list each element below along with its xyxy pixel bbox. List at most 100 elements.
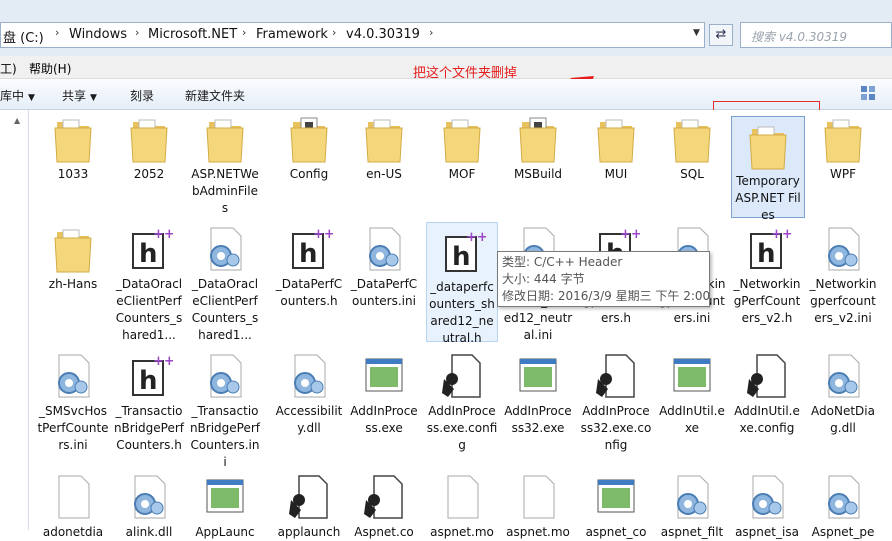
- file-item[interactable]: AdoNetDiag.dll: [807, 347, 879, 437]
- file-item[interactable]: applaunch: [273, 468, 345, 541]
- file-item[interactable]: AddInUtil.exe.config: [731, 347, 803, 437]
- settings-file-icon: [285, 351, 333, 401]
- new-folder-button[interactable]: 新建文件夹: [185, 87, 245, 104]
- svg-text:h: h: [139, 239, 158, 269]
- view-options-icon[interactable]: [860, 85, 876, 101]
- breadcrumb-separator-icon[interactable]: ›: [135, 26, 139, 39]
- file-list[interactable]: 1033 2052 ASP.NETWebAdminFiles Config en-US M…: [29, 110, 892, 539]
- settings-file-icon: [668, 472, 716, 522]
- file-name-label: _NetworkingPerfCounters_v2.h: [733, 277, 801, 325]
- include-library-button[interactable]: 库中 ▼: [0, 87, 35, 104]
- folder-item[interactable]: Config: [273, 110, 345, 183]
- scroll-up-icon[interactable]: ▲: [14, 116, 20, 125]
- file-item[interactable]: AppLaunc: [189, 468, 261, 541]
- file-name-label: MOF: [448, 167, 476, 181]
- burn-button[interactable]: 刻录: [130, 87, 154, 104]
- file-item[interactable]: Aspnet_pe: [807, 468, 879, 541]
- header-file-icon: h++: [285, 224, 335, 274]
- breadcrumb-item[interactable]: v4.0.30319: [346, 27, 420, 42]
- file-item[interactable]: _Networkingperfcounters_v2.ini: [807, 220, 879, 327]
- folder-item[interactable]: 2052: [113, 110, 185, 183]
- file-item[interactable]: h ++ _DataOracleClientPerfCounters_shared1…: [113, 220, 185, 344]
- file-item[interactable]: _DataPerfCounters.ini: [348, 220, 420, 310]
- file-name-label: _dataperfcounters_shared12_neutral.h: [429, 280, 495, 345]
- file-item[interactable]: aspnet_isa: [731, 468, 803, 541]
- file-item[interactable]: AddInProcess.exe.config: [426, 347, 498, 454]
- breadcrumb-item[interactable]: Framework: [256, 27, 328, 42]
- file-item[interactable]: _DataOracleClientPerfCounters_shared1...: [189, 220, 261, 344]
- file-item[interactable]: Accessibility.dll: [273, 347, 345, 437]
- folder-item[interactable]: en-US: [348, 110, 420, 183]
- breadcrumb-item[interactable]: 盘 (C:): [3, 27, 44, 46]
- share-button[interactable]: 共享 ▼: [62, 87, 97, 104]
- file-name-label: _DataPerfCounters.h: [275, 277, 343, 308]
- file-item[interactable]: aspnet.mo: [426, 468, 498, 541]
- config-file-icon: [743, 351, 791, 401]
- folder-icon: [201, 114, 249, 164]
- folder-item[interactable]: ASP.NETWebAdminFiles: [189, 110, 261, 217]
- navigation-pane[interactable]: [0, 110, 29, 530]
- breadcrumb[interactable]: 盘 (C:) › Windows › Microsoft.NET › Frame…: [0, 22, 705, 48]
- file-item[interactable]: AddInUtil.exe: [656, 347, 728, 437]
- folder-item[interactable]: Temporary ASP.NET Files: [731, 116, 805, 222]
- file-name-label: applaunch: [277, 525, 341, 539]
- breadcrumb-separator-icon[interactable]: ›: [55, 26, 59, 39]
- file-item[interactable]: aspnet_co: [580, 468, 652, 541]
- folder-item[interactable]: MSBuild: [502, 110, 574, 183]
- file-item[interactable]: Aspnet.co: [348, 468, 420, 541]
- exe-icon: [592, 472, 640, 522]
- folder-icon: [49, 114, 97, 164]
- search-input[interactable]: 搜索 v4.0.30319: [740, 22, 892, 48]
- file-item[interactable]: aspnet_filt: [656, 468, 728, 541]
- file-name-label: _TransactionBridgePerfCounters.h: [113, 404, 185, 452]
- file-name-label: Config: [289, 167, 329, 181]
- file-name-label: ASP.NETWebAdminFiles: [191, 167, 259, 215]
- header-file-icon: h++: [743, 224, 793, 274]
- file-name-label: _SMSvcHostPerfCounters.ini: [37, 404, 109, 452]
- exe-icon: [514, 351, 562, 401]
- file-item[interactable]: _TransactionBridgePerfCounters.ini: [189, 347, 261, 471]
- breadcrumb-item[interactable]: Microsoft.NET: [148, 27, 237, 42]
- refresh-button[interactable]: ⇄: [709, 24, 733, 46]
- file-item[interactable]: adonetdia: [37, 468, 109, 541]
- file-name-label: alink.dll: [125, 525, 173, 539]
- file-item[interactable]: h ++ _DataPerfCounters.h: [273, 220, 345, 310]
- folder-item[interactable]: SQL: [656, 110, 728, 183]
- config-file-icon: [360, 472, 408, 522]
- file-item[interactable]: aspnet.mo: [502, 468, 574, 541]
- file-name-label: AddInProcess32.exe: [504, 404, 572, 435]
- search-placeholder: 搜索 v4.0.30319: [751, 30, 847, 44]
- address-dropdown-icon[interactable]: ▼: [693, 28, 700, 38]
- file-item[interactable]: _SMSvcHostPerfCounters.ini: [37, 347, 109, 454]
- svg-text:h: h: [757, 239, 776, 269]
- folder-item[interactable]: zh-Hans: [37, 220, 109, 293]
- file-item[interactable]: h ++ _TransactionBridgePerfCounters.h: [113, 347, 185, 454]
- file-item[interactable]: alink.dll: [113, 468, 185, 541]
- file-name-label: AdoNetDiag.dll: [811, 404, 875, 435]
- settings-file-icon: [201, 351, 249, 401]
- folder-item[interactable]: MOF: [426, 110, 498, 183]
- breadcrumb-separator-icon[interactable]: ›: [429, 26, 433, 39]
- file-name-label: aspnet.mo: [430, 525, 494, 539]
- file-item[interactable]: h ++ _NetworkingPerfCounters_v2.h: [731, 220, 803, 327]
- folder-icon: [49, 224, 97, 274]
- settings-file-icon: [743, 472, 791, 522]
- exe-icon: [360, 351, 408, 401]
- file-name-label: _DataOracleClientPerfCounters_shared1...: [115, 277, 183, 342]
- breadcrumb-separator-icon[interactable]: ›: [332, 26, 336, 39]
- folder-item[interactable]: MUI: [580, 110, 652, 183]
- breadcrumb-item[interactable]: Windows: [69, 27, 127, 42]
- menu-tools[interactable]: 工): [0, 60, 17, 77]
- file-item[interactable]: h ++ _dataperfcounters_shared12_neutral.h: [426, 222, 498, 345]
- svg-text:++: ++: [153, 354, 173, 369]
- folder-item[interactable]: 1033: [37, 110, 109, 183]
- folder-item[interactable]: WPF: [807, 110, 879, 183]
- file-name-label: Temporary ASP.NET Files: [735, 174, 801, 222]
- header-file-icon: h++: [125, 351, 175, 401]
- file-item[interactable]: AddInProcess32.exe: [502, 347, 574, 437]
- file-item[interactable]: AddInProcess32.exe.config: [580, 347, 652, 454]
- folder-icon: [668, 114, 716, 164]
- file-item[interactable]: AddInProcess.exe: [348, 347, 420, 437]
- menu-help[interactable]: 帮助(H): [29, 60, 71, 77]
- breadcrumb-separator-icon[interactable]: ›: [242, 26, 246, 39]
